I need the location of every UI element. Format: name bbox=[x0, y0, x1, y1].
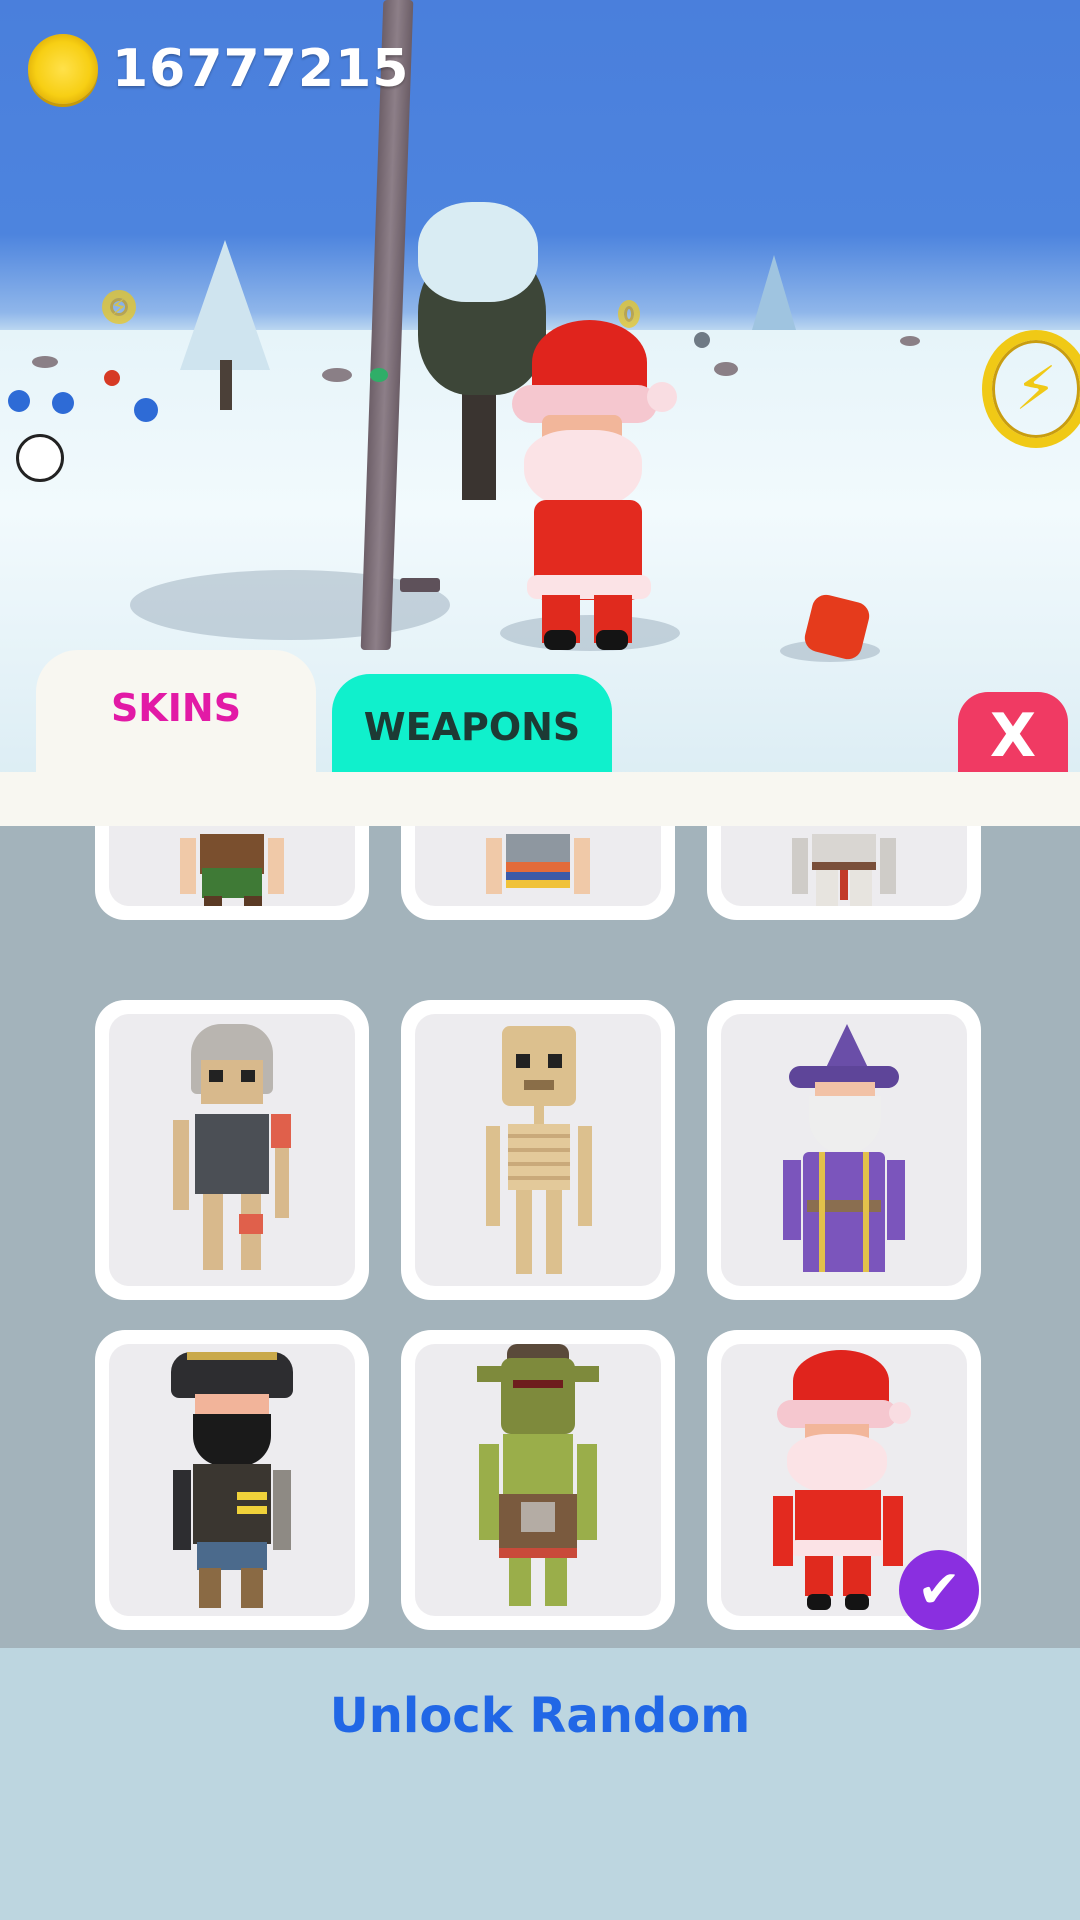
villager-icon bbox=[172, 826, 292, 906]
skin-card[interactable] bbox=[401, 1330, 675, 1630]
bottom-panel: Unlock Random bbox=[0, 1648, 1080, 1920]
santa-icon bbox=[769, 1350, 919, 1612]
knight-icon bbox=[784, 826, 904, 906]
wizard-icon bbox=[779, 1024, 909, 1276]
ball bbox=[134, 398, 158, 422]
skin-card[interactable] bbox=[707, 1000, 981, 1300]
coin-count: 16777215 bbox=[112, 39, 410, 99]
coin-counter: 16777215 bbox=[28, 34, 409, 104]
armored-skeleton-icon bbox=[167, 1024, 297, 1274]
ball bbox=[104, 370, 120, 386]
selected-check-icon: ✔ bbox=[899, 1550, 979, 1630]
skin-card[interactable] bbox=[95, 826, 369, 920]
skin-card[interactable] bbox=[707, 826, 981, 920]
skin-card-selected[interactable]: ✔ bbox=[707, 1330, 981, 1630]
player-santa bbox=[512, 320, 682, 650]
tab-weapons[interactable]: WEAPONS bbox=[332, 674, 612, 779]
tree-snowcap bbox=[418, 202, 538, 302]
pirate-icon bbox=[167, 1352, 297, 1610]
pine-tree-small bbox=[752, 255, 796, 330]
orc-icon bbox=[473, 1344, 603, 1610]
skin-card[interactable] bbox=[401, 826, 675, 920]
pine-tree bbox=[180, 240, 270, 370]
close-icon: X bbox=[989, 701, 1037, 771]
ball bbox=[8, 390, 30, 412]
skins-grid[interactable]: ✔ bbox=[0, 826, 1080, 1648]
ball bbox=[52, 392, 74, 414]
lightning-ring-icon: ⚡ bbox=[102, 290, 136, 324]
skin-card[interactable] bbox=[401, 1000, 675, 1300]
striped-character-icon bbox=[478, 826, 598, 906]
skin-card[interactable] bbox=[95, 1000, 369, 1300]
tab-panel-header bbox=[0, 772, 1080, 826]
unlock-random-button[interactable]: Unlock Random bbox=[0, 1688, 1080, 1744]
skin-card[interactable] bbox=[95, 1330, 369, 1630]
close-button[interactable]: X bbox=[958, 692, 1068, 780]
coin-icon bbox=[28, 34, 98, 104]
tab-skins[interactable]: SKINS bbox=[36, 650, 316, 775]
skeleton-icon bbox=[478, 1026, 598, 1276]
lightning-ring-icon: ⚡ bbox=[982, 330, 1080, 448]
soccer-ball-icon bbox=[16, 434, 64, 482]
